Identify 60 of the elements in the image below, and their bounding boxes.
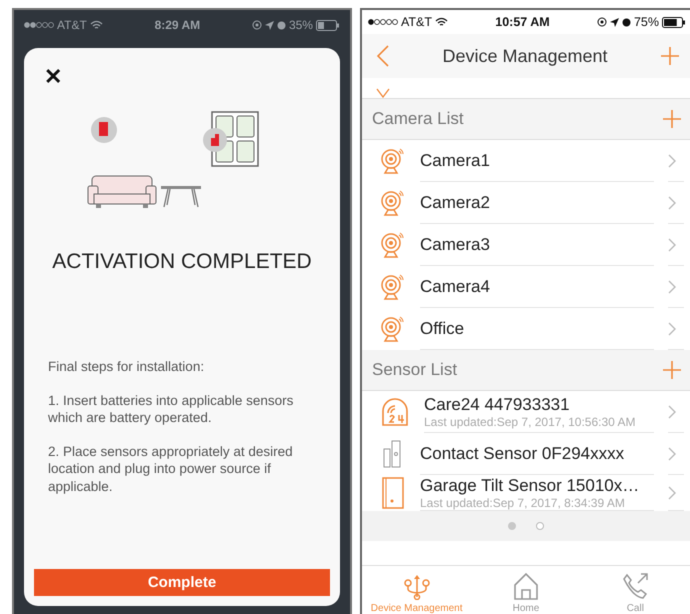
- instruction-text: 1. Insert batteries into applicable sensors which are battery operated.: [48, 392, 294, 427]
- wifi-icon: [90, 20, 103, 30]
- carrier-label: AT&T: [401, 15, 432, 29]
- device-name: Contact Sensor 0F294xxxx: [420, 444, 626, 464]
- add-button[interactable]: [660, 46, 680, 66]
- wifi-icon: [435, 17, 448, 27]
- device-name: Camera3: [420, 234, 491, 254]
- chevron-right-icon: [668, 446, 676, 460]
- back-button[interactable]: [376, 45, 390, 67]
- last-updated-text: Last updated:Sep 7, 2017, 10:56:30 AM: [424, 414, 636, 428]
- instruction-text: 2. Place sensors appropriately at desired location and plug into power source if applicable.: [48, 442, 294, 496]
- last-updated-text: Last updated:Sep 7, 2017, 8:34:39 AM: [420, 496, 626, 510]
- chevron-right-icon: [668, 486, 676, 500]
- signal-icon: [368, 19, 398, 25]
- add-button[interactable]: [662, 109, 682, 129]
- garage-door-sensor-icon: [380, 477, 406, 509]
- battery-icon: [662, 16, 686, 28]
- close-button[interactable]: ✕: [34, 64, 62, 90]
- device-name: Care24 447933331: [424, 394, 571, 414]
- instruction-text: Final steps for installation:: [48, 358, 206, 376]
- care24-icon: [380, 397, 410, 427]
- device-name: Camera4: [420, 276, 491, 296]
- chevron-right-icon: [668, 154, 676, 168]
- device-name: Camera1: [420, 150, 491, 170]
- chevron-right-icon: [668, 280, 676, 294]
- section-title: Sensor List: [372, 360, 458, 380]
- status-time: 8:29 AM: [154, 18, 200, 32]
- nav-title: Device Management: [442, 46, 608, 66]
- battery-percent: 75%: [634, 15, 659, 29]
- webcam-icon: [380, 273, 406, 301]
- chevron-down-icon: [376, 88, 390, 98]
- battery-icon: [316, 20, 340, 30]
- network-tree-icon: [402, 574, 432, 600]
- chevron-right-icon: [668, 196, 676, 210]
- device-name: Camera2: [420, 192, 491, 212]
- device-name: Office: [420, 318, 466, 338]
- location-icon: [264, 20, 274, 30]
- home-icon: [512, 572, 540, 600]
- section-title: Camera List: [372, 109, 464, 129]
- chevron-right-icon: [668, 322, 676, 336]
- page-dot[interactable]: [508, 522, 516, 530]
- status-time: 10:57 AM: [495, 15, 550, 29]
- webcam-icon: [380, 147, 406, 175]
- carrier-label: AT&T: [57, 18, 87, 32]
- signal-icon: [24, 22, 54, 28]
- location-icon: [610, 18, 619, 26]
- webcam-icon: [380, 189, 406, 217]
- battery-percent: 35%: [288, 18, 313, 32]
- chevron-right-icon: [668, 238, 676, 252]
- complete-button[interactable]: Complete: [34, 569, 330, 596]
- page-dot[interactable]: [536, 522, 544, 530]
- device-name: Garage Tilt Sensor 15010x…: [420, 476, 640, 496]
- webcam-icon: [380, 315, 406, 343]
- webcam-icon: [380, 231, 406, 259]
- add-button[interactable]: [662, 360, 682, 380]
- modal-title: ACTIVATION COMPLETED: [51, 250, 313, 274]
- lock-rotation-icon: [596, 17, 607, 27]
- outgoing-call-icon: [621, 572, 650, 600]
- chevron-right-icon: [668, 404, 676, 418]
- lock-rotation-icon: [252, 20, 262, 30]
